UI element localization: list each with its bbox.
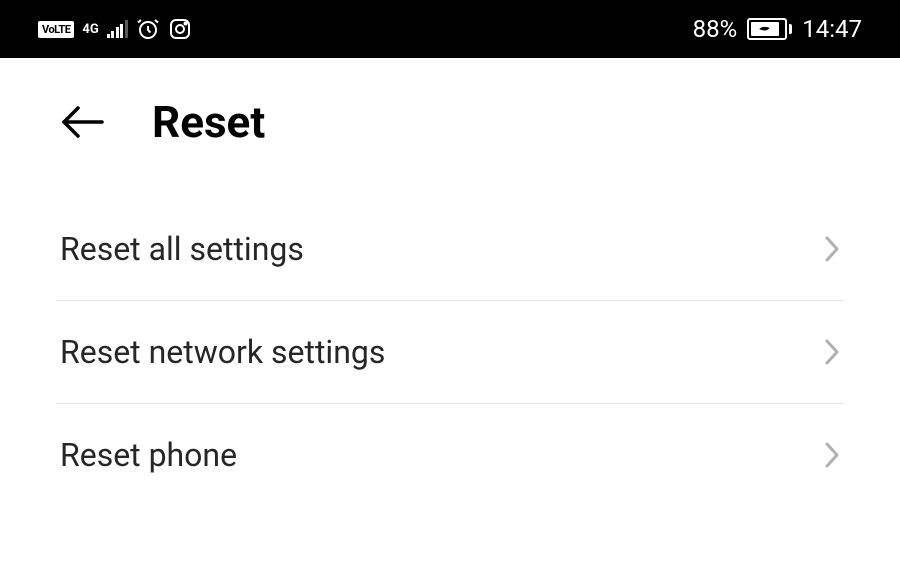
leaf-icon: [758, 24, 772, 34]
back-arrow-icon[interactable]: [60, 104, 104, 140]
signal-4g: 4G: [82, 23, 98, 36]
list-item-label: Reset phone: [60, 436, 237, 474]
battery-icon: [747, 18, 792, 40]
list-item-label: Reset network settings: [60, 333, 385, 371]
list-item-reset-phone[interactable]: Reset phone: [56, 404, 844, 506]
list-item-reset-all[interactable]: Reset all settings: [56, 198, 844, 301]
battery-percent: 88%: [693, 15, 738, 43]
status-right: 88% 14:47: [693, 15, 862, 43]
network-label: 4G: [82, 23, 98, 36]
volte-badge: VoLTE: [38, 21, 74, 38]
list-item-reset-network[interactable]: Reset network settings: [56, 301, 844, 404]
list-item-label: Reset all settings: [60, 230, 304, 268]
alarm-icon: [136, 17, 160, 41]
status-left: VoLTE 4G: [38, 17, 192, 41]
settings-list: Reset all settings Reset network setting…: [0, 178, 900, 506]
signal-bars-icon: [107, 20, 128, 38]
page-title: Reset: [152, 96, 265, 148]
chevron-right-icon: [824, 235, 840, 263]
chevron-right-icon: [824, 338, 840, 366]
instagram-icon: [168, 17, 192, 41]
chevron-right-icon: [824, 441, 840, 469]
page-header: Reset: [0, 58, 900, 178]
clock-time: 14:47: [802, 15, 862, 43]
status-bar: VoLTE 4G 88%: [0, 0, 900, 58]
